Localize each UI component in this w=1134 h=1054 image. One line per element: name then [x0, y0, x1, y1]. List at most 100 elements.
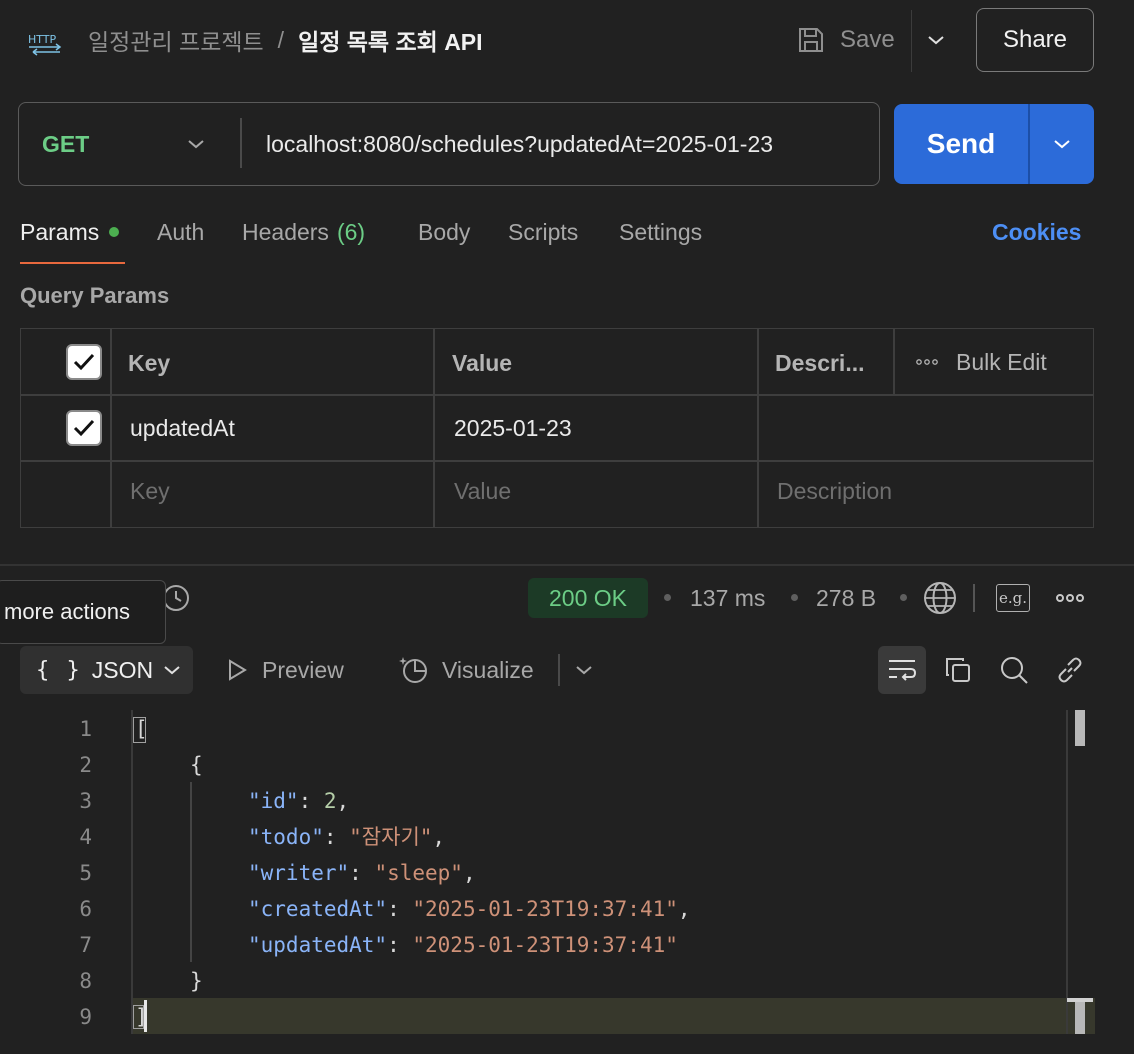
new-param-key-input[interactable]: Key — [130, 473, 170, 509]
line-number: 4 — [79, 825, 92, 849]
line-number: 8 — [79, 969, 92, 993]
editor-scrollbar-thumb[interactable] — [1075, 710, 1085, 746]
preview-button[interactable]: Preview — [226, 652, 344, 688]
method-select[interactable]: GET — [42, 126, 89, 162]
request-name[interactable]: 일정 목록 조회 API — [298, 23, 482, 57]
tab-settings[interactable]: Settings — [619, 214, 702, 250]
table-divider — [110, 328, 112, 528]
send-options-button[interactable] — [1030, 104, 1094, 184]
code-line[interactable]: { — [190, 747, 203, 783]
save-button[interactable]: Save — [796, 20, 895, 60]
new-param-description-input[interactable]: Description — [777, 473, 892, 509]
select-all-checkbox[interactable] — [66, 344, 102, 380]
more-icon — [916, 359, 938, 365]
more-actions-button[interactable] — [1052, 584, 1088, 612]
save-divider — [911, 10, 912, 72]
request-bar-divider — [240, 118, 242, 168]
tab-scripts[interactable]: Scripts — [508, 214, 578, 250]
new-param-value-input[interactable]: Value — [454, 473, 511, 509]
column-header-value: Value — [452, 349, 513, 376]
json-braces-icon: { } — [36, 657, 82, 683]
format-select[interactable]: { } JSON — [20, 646, 193, 694]
json-string: "2025-01-23T19:37:41" — [412, 897, 678, 921]
chevron-down-icon — [188, 140, 204, 149]
more-actions-tooltip: more actions — [0, 580, 166, 644]
link-icon — [1058, 657, 1082, 683]
checkmark-icon — [73, 419, 95, 437]
line-number: 1 — [79, 717, 92, 741]
code-line[interactable]: "createdAt": "2025-01-23T19:37:41", — [248, 891, 691, 927]
code-line[interactable]: "writer": "sleep", — [248, 855, 476, 891]
copy-button[interactable] — [934, 646, 982, 694]
response-size[interactable]: 278 B — [816, 580, 876, 616]
save-options-button[interactable] — [918, 22, 954, 58]
search-button[interactable] — [990, 646, 1038, 694]
method-dropdown[interactable] — [182, 128, 210, 160]
meta-separator — [664, 594, 671, 601]
line-number: 9 — [79, 1005, 92, 1029]
breadcrumb: 일정관리 프로젝트 / 일정 목록 조회 API — [88, 24, 483, 56]
save-icon — [799, 28, 823, 52]
code-line[interactable]: "updatedAt": "2025-01-23T19:37:41" — [248, 927, 678, 963]
send-button[interactable]: Send — [894, 104, 1028, 184]
json-string: "잠자기" — [349, 825, 433, 849]
toolbar-divider — [973, 584, 975, 612]
table-row-divider — [20, 394, 1094, 396]
format-label: JSON — [91, 656, 154, 683]
tab-params[interactable]: Params — [20, 214, 120, 250]
line-number: 7 — [79, 933, 92, 957]
column-header-description: Descri... — [775, 349, 865, 376]
param-description-cell[interactable] — [777, 410, 1077, 446]
param-key-cell[interactable]: updatedAt — [130, 410, 235, 446]
visualize-icon — [399, 657, 427, 683]
editor-scroll-track — [1066, 710, 1068, 1034]
bulk-edit-label: Bulk Edit — [956, 348, 1047, 375]
code-line[interactable]: "todo": "잠자기", — [248, 819, 445, 855]
code-line[interactable]: "id": 2, — [248, 783, 349, 819]
play-icon — [229, 659, 247, 681]
json-key: "updatedAt" — [248, 933, 388, 957]
meta-separator — [900, 594, 907, 601]
editor-scrollbar-cap — [1067, 998, 1093, 1002]
share-button[interactable]: Share — [976, 8, 1094, 72]
json-string: "2025-01-23T19:37:41" — [412, 933, 678, 957]
table-row-divider — [20, 460, 1094, 462]
json-number: 2 — [323, 789, 337, 813]
code-line[interactable]: } — [190, 963, 203, 999]
wrap-icon — [889, 660, 917, 681]
status-badge[interactable]: 200 OK — [528, 578, 648, 618]
example-icon[interactable]: e.g. — [996, 584, 1030, 612]
response-time[interactable]: 137 ms — [690, 580, 765, 616]
active-tab-indicator — [20, 262, 125, 264]
tab-body[interactable]: Body — [418, 214, 470, 250]
tab-params-label: Params — [20, 218, 100, 245]
text-cursor — [144, 1000, 147, 1032]
param-enabled-checkbox[interactable] — [66, 410, 102, 446]
globe-icon[interactable] — [922, 580, 958, 616]
editor-scrollbar-marker — [1075, 998, 1085, 1034]
visualize-divider — [558, 654, 560, 686]
copy-icon — [946, 658, 970, 682]
visualize-options-button[interactable] — [570, 652, 598, 688]
code-line[interactable]: [ — [135, 711, 148, 747]
param-value-cell[interactable]: 2025-01-23 — [454, 410, 572, 446]
bulk-edit-button[interactable]: Bulk Edit — [916, 344, 1047, 380]
tab-auth[interactable]: Auth — [157, 214, 204, 250]
breadcrumb-separator: / — [277, 26, 285, 53]
line-number: 3 — [79, 789, 92, 813]
tab-headers[interactable]: Headers (6) — [242, 214, 365, 250]
collection-name[interactable]: 일정관리 프로젝트 — [88, 23, 264, 57]
save-label: Save — [840, 26, 895, 53]
line-number: 2 — [79, 753, 92, 777]
json-key: "createdAt" — [248, 897, 388, 921]
cookies-link[interactable]: Cookies — [992, 214, 1081, 250]
http-icon-label: HTTP — [28, 33, 57, 46]
search-icon — [1001, 657, 1028, 684]
indent-guide — [190, 782, 192, 962]
visualize-button[interactable]: Visualize — [398, 650, 534, 690]
params-active-dot — [109, 227, 120, 237]
wrap-lines-button[interactable] — [878, 646, 926, 694]
url-input[interactable]: localhost:8080/schedules?updatedAt=2025-… — [266, 126, 773, 162]
copy-link-button[interactable] — [1046, 646, 1094, 694]
json-close-brace: } — [190, 969, 203, 993]
